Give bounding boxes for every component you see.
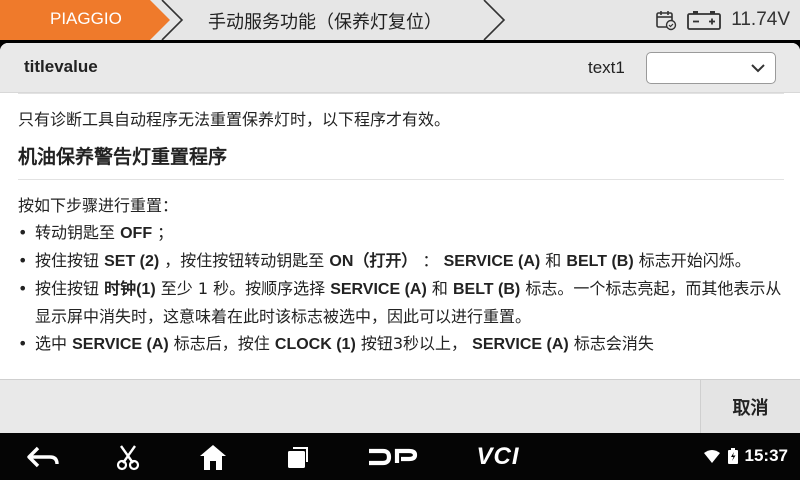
section-heading: 机油保养警告灯重置程序: [18, 146, 228, 168]
steps-intro: 按如下步骤进行重置：: [18, 196, 179, 215]
step-text: 选中 SERVICE (A) 标志后，按住 CLOCK (1) 按钮3秒以上， …: [35, 330, 782, 358]
back-button[interactable]: [24, 442, 62, 472]
breadcrumb-separator-icon: [161, 0, 184, 40]
step-fragment: 按钮3秒以上，: [355, 334, 473, 353]
wifi-icon: [703, 449, 720, 463]
calendar-sync-icon: [656, 11, 677, 31]
dp-logo-icon: [369, 448, 418, 466]
battery-voltage: 11.74V: [731, 9, 790, 30]
clock: 15:37: [744, 446, 788, 465]
top-bar: PIAGGIO 手动服务功能（保养灯复位） 11.74V: [0, 0, 800, 40]
step-text: 按住按钮 时钟(1) 至少 1 秒。按顺序选择 SERVICE (A) 和 BE…: [35, 275, 782, 330]
step-fragment: 标志后，按住: [168, 334, 275, 353]
step-fragment: ：: [417, 251, 444, 270]
divider: [18, 179, 784, 180]
vci-button[interactable]: VCI: [466, 442, 530, 472]
cancel-button[interactable]: 取消: [700, 380, 800, 434]
button-bar: 取消: [0, 379, 800, 434]
scissors-icon: [116, 445, 140, 471]
step-fragment: 标志开始闪烁。: [633, 251, 751, 270]
step-text: 按住按钮 SET (2) ，按住按钮转动钥匙至 ON（打开） ： SERVICE…: [35, 247, 782, 275]
dialog-text1-label: text1: [588, 58, 625, 77]
step-keyword: SERVICE (A): [472, 336, 569, 353]
vci-label: VCI: [476, 443, 520, 470]
step-item: • 转动钥匙至 OFF ；: [18, 219, 782, 247]
step-fragment: 选中: [35, 334, 73, 353]
home-button[interactable]: [196, 442, 230, 472]
dialog-title: titlevalue: [24, 57, 98, 76]
screenshot-button[interactable]: [112, 442, 144, 472]
step-keyword: CLOCK (1): [274, 336, 356, 353]
step-keyword: SET (2): [104, 253, 160, 270]
info-dialog: titlevalue text1 只有诊断工具自动程序无法重置保养灯时，以下程序…: [0, 43, 800, 383]
step-fragment: ；: [152, 223, 174, 242]
dialog-content[interactable]: 只有诊断工具自动程序无法重置保养灯时，以下程序才有效。 机油保养警告灯重置程序 …: [0, 93, 800, 378]
home-icon: [200, 445, 226, 470]
system-status: 15:37: [703, 446, 788, 466]
step-item: • 选中 SERVICE (A) 标志后，按住 CLOCK (1) 按钮3秒以上，…: [18, 330, 782, 358]
bullet-dot: •: [18, 279, 28, 298]
step-keyword: ON（打开）: [329, 253, 418, 270]
back-arrow-icon: [27, 446, 59, 468]
step-keyword: SERVICE (A): [443, 253, 541, 270]
step-fragment: 标志会消失: [568, 334, 654, 353]
step-keyword: OFF: [120, 225, 153, 242]
system-nav-bar: DP VCI 15:37: [0, 433, 800, 480]
bullet-dot: •: [18, 223, 28, 242]
brand-label: PIAGGIO: [50, 9, 122, 28]
bullet-dot: •: [18, 334, 28, 353]
dialog-header: titlevalue text1: [0, 43, 800, 93]
step-item: • 按住按钮 时钟(1) 至少 1 秒。按顺序选择 SERVICE (A) 和 B…: [18, 275, 782, 330]
intro-text: 只有诊断工具自动程序无法重置保养灯时，以下程序才有效。: [18, 110, 451, 129]
battery-icon: [687, 11, 722, 30]
page-title: 手动服务功能（保养灯复位）: [208, 12, 442, 33]
step-fragment: 和: [540, 251, 567, 270]
step-fragment: 转动钥匙至: [35, 223, 121, 242]
step-text: 转动钥匙至 OFF ；: [35, 219, 782, 247]
recent-apps-button[interactable]: [283, 442, 313, 472]
recent-apps-icon: [288, 447, 308, 468]
step-fragment: 按住按钮: [35, 279, 105, 298]
step-fragment: 按住按钮: [35, 251, 105, 270]
step-item: • 按住按钮 SET (2) ，按住按钮转动钥匙至 ON（打开） ： SERVIC…: [18, 247, 782, 275]
step-keyword: 时钟(1): [104, 281, 156, 298]
step-fragment: 和: [426, 279, 453, 298]
brand-tab[interactable]: PIAGGIO: [0, 0, 170, 40]
step-fragment: 至少 1 秒。按顺序选择: [155, 279, 331, 298]
dp-button[interactable]: DP: [362, 442, 420, 472]
step-keyword: SERVICE (A): [72, 336, 169, 353]
step-keyword: BELT (B): [566, 253, 634, 270]
chevron-down-icon: [751, 64, 765, 73]
bullet-dot: •: [18, 251, 28, 270]
step-keyword: BELT (B): [452, 281, 521, 298]
status-area: 11.74V: [655, 0, 790, 40]
step-keyword: SERVICE (A): [330, 281, 427, 298]
steps-list: • 转动钥匙至 OFF ； • 按住按钮 SET (2) ，按住按钮转动钥匙至 ON（…: [18, 219, 782, 358]
step-fragment: ，按住按钮转动钥匙至: [159, 251, 330, 270]
breadcrumb-separator-icon: [483, 0, 506, 40]
dialog-select-dropdown[interactable]: [646, 52, 776, 84]
battery-status-icon: [727, 448, 738, 464]
